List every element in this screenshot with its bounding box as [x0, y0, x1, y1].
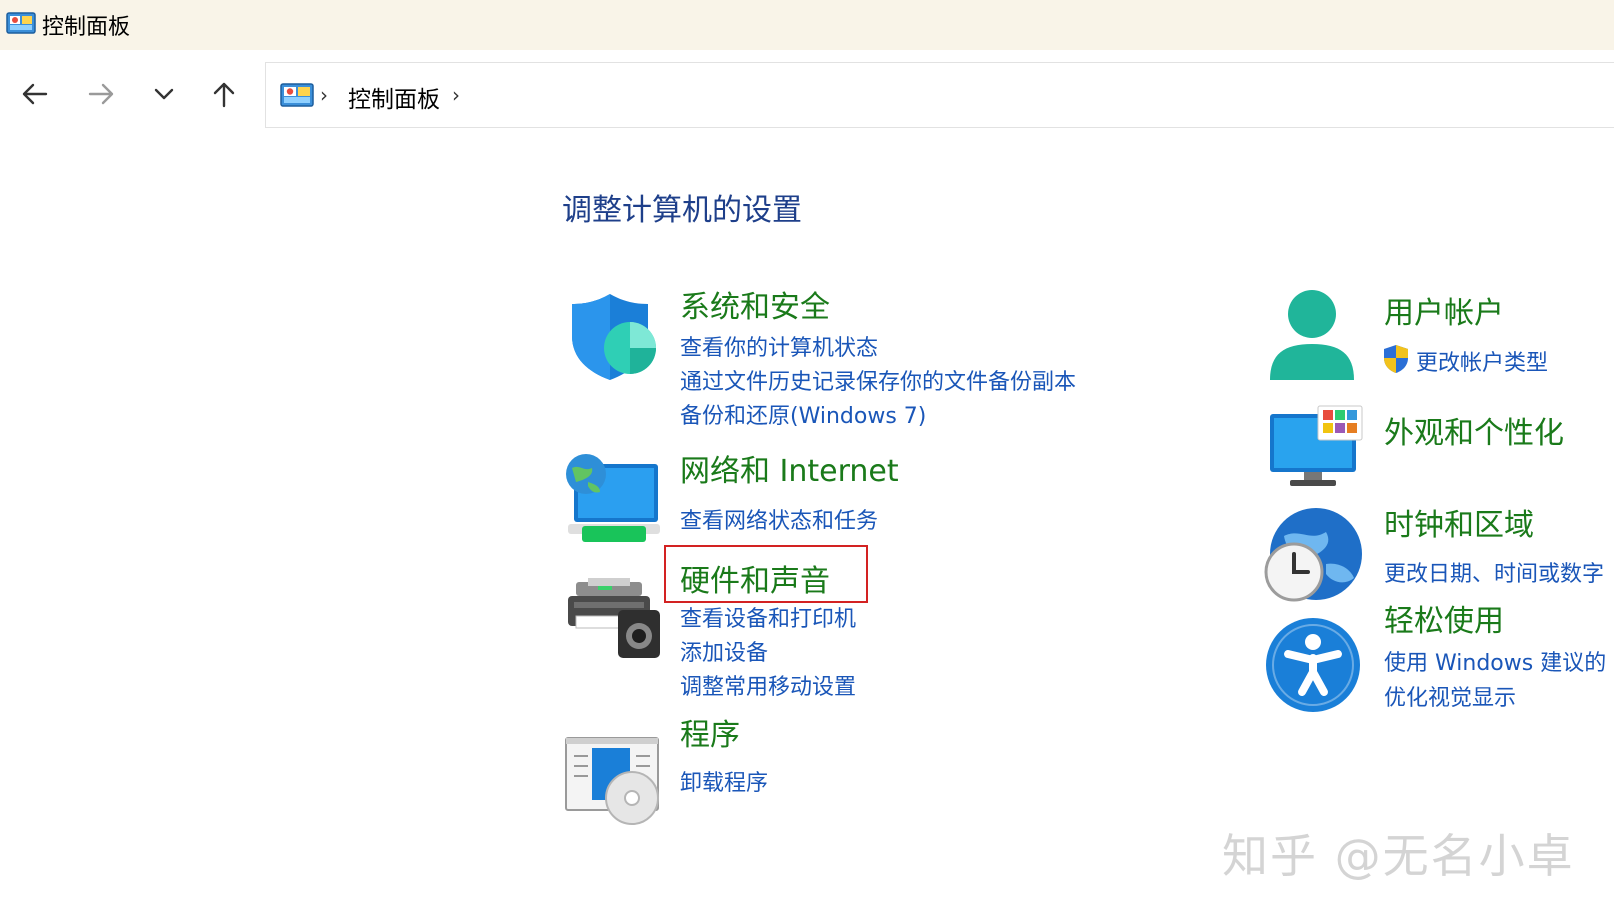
programs-disc-icon[interactable] — [562, 736, 662, 830]
category-clock-region[interactable]: 时钟和区域 — [1384, 500, 1534, 544]
link-network-status[interactable]: 查看网络状态和任务 — [680, 503, 878, 535]
printer-speaker-icon[interactable] — [566, 576, 662, 664]
up-button[interactable] — [204, 76, 244, 116]
link-mobility-settings[interactable]: 调整常用移动设置 — [680, 669, 856, 701]
category-programs[interactable]: 程序 — [680, 710, 740, 754]
control-panel-icon — [280, 83, 314, 113]
category-appearance-personalization[interactable]: 外观和个性化 — [1384, 408, 1564, 452]
user-icon[interactable] — [1264, 288, 1360, 390]
navigation-bar: › 控制面板 › — [0, 50, 1614, 140]
category-network-internet[interactable]: 网络和 Internet — [680, 446, 899, 490]
breadcrumb-separator-icon[interactable]: › — [452, 83, 460, 107]
forward-button[interactable] — [82, 76, 122, 116]
link-file-history-backup[interactable]: 通过文件历史记录保存你的文件备份副本 — [680, 364, 1076, 396]
page-heading: 调整计算机的设置 — [562, 193, 802, 228]
monitor-personalize-icon[interactable] — [1268, 404, 1364, 492]
link-optimize-visual-display[interactable]: 优化视觉显示 — [1384, 680, 1516, 712]
address-bar[interactable]: › 控制面板 › — [265, 62, 1614, 128]
link-uninstall-program[interactable]: 卸载程序 — [680, 765, 768, 797]
back-button[interactable] — [14, 76, 54, 116]
category-system-security[interactable]: 系统和安全 — [680, 282, 830, 326]
breadcrumb-item-control-panel[interactable]: 控制面板 — [348, 80, 440, 114]
uac-shield-icon — [1382, 344, 1410, 378]
recent-locations-button[interactable] — [144, 76, 184, 116]
network-globe-icon[interactable] — [564, 454, 664, 552]
link-devices-printers[interactable]: 查看设备和打印机 — [680, 601, 856, 633]
window-title: 控制面板 — [42, 15, 131, 40]
accessibility-icon[interactable] — [1264, 616, 1362, 718]
arrow-right-icon — [88, 82, 116, 110]
category-ease-of-access[interactable]: 轻松使用 — [1384, 596, 1504, 640]
breadcrumb-separator-icon[interactable]: › — [320, 83, 328, 107]
link-change-account-type[interactable]: 更改帐户类型 — [1416, 345, 1548, 377]
chevron-down-icon — [153, 86, 175, 106]
category-hardware-sound[interactable]: 硬件和声音 — [680, 556, 830, 600]
link-windows-suggested-settings[interactable]: 使用 Windows 建议的 — [1384, 645, 1606, 677]
title-bar: 控制面板 — [0, 0, 1614, 50]
shield-icon[interactable] — [568, 290, 658, 386]
link-backup-restore[interactable]: 备份和还原(Windows 7) — [680, 398, 926, 430]
clock-globe-icon[interactable] — [1264, 506, 1364, 610]
link-add-device[interactable]: 添加设备 — [680, 635, 768, 667]
arrow-left-icon — [20, 82, 48, 110]
link-view-computer-status[interactable]: 查看你的计算机状态 — [680, 330, 878, 362]
category-user-accounts[interactable]: 用户帐户 — [1384, 288, 1504, 332]
control-panel-icon — [6, 11, 36, 41]
arrow-up-icon — [212, 80, 236, 112]
link-change-date-time-number[interactable]: 更改日期、时间或数字 — [1384, 556, 1604, 588]
watermark: 知乎 @无名小卓 — [1222, 829, 1575, 883]
